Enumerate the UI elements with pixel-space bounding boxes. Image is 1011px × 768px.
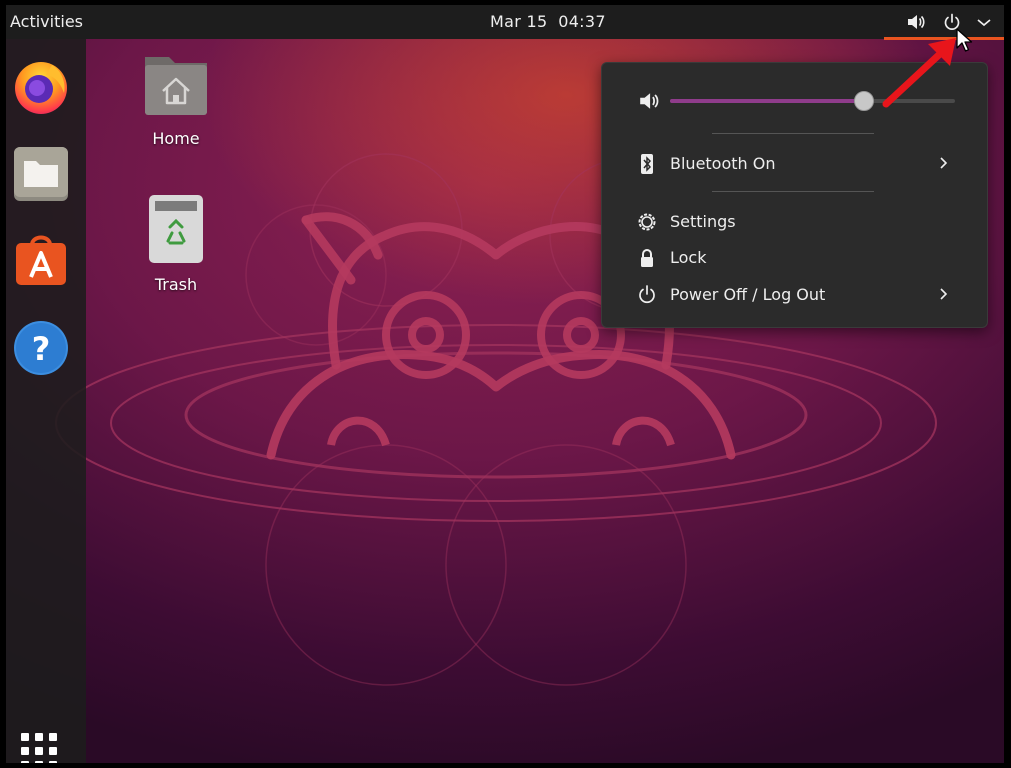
desktop-icon-trash[interactable]: Trash [126,193,226,294]
volume-slider-handle[interactable] [853,91,874,111]
menu-separator [712,133,874,134]
dock-item-firefox[interactable] [12,57,70,115]
chevron-right-icon [940,157,948,169]
top-bar: Activities Mar 15 04:37 [6,5,1004,39]
volume-slider-fill [670,99,864,103]
menu-item-label: Bluetooth On [670,154,776,173]
lock-icon [641,249,653,267]
mouse-cursor [956,28,973,52]
bluetooth-icon [641,154,653,174]
menu-separator [712,191,874,192]
settings-gear-icon [638,213,656,231]
menu-item-label: Settings [670,212,736,231]
dock: ? [6,39,86,763]
software-icon [16,235,66,285]
date-label: Mar 15 [490,12,548,31]
svg-text:?: ? [32,330,51,368]
dock-item-help[interactable]: ? [12,317,70,375]
date-time-button[interactable]: Mar 15 04:37 [490,12,606,31]
time-label: 04:37 [558,12,606,31]
volume-icon [908,15,925,29]
show-applications-button[interactable] [21,733,61,763]
files-icon [14,147,68,201]
home-folder-icon [145,57,207,115]
desktop-screen: Activities Mar 15 04:37 ? Home Trash Blu… [6,5,1004,763]
desktop-icon-label: Home [152,129,200,148]
system-menu: Bluetooth On Settings Lock Power Off / L… [601,62,988,328]
menu-item-power-off[interactable]: Power Off / Log Out [602,278,987,312]
chevron-down-icon [977,19,991,27]
dock-item-files[interactable] [12,143,70,201]
volume-icon [640,93,659,109]
desktop-icon-home[interactable]: Home [126,51,226,148]
power-icon [639,285,655,304]
firefox-icon [15,62,67,114]
dock-item-ubuntu-software[interactable] [12,231,70,289]
chevron-right-icon [940,288,948,300]
menu-item-lock[interactable]: Lock [602,241,987,275]
menu-item-label: Lock [670,248,707,267]
help-icon: ? [14,321,68,375]
system-tray-button[interactable] [884,5,1004,39]
volume-slider[interactable] [670,91,955,111]
menu-item-bluetooth[interactable]: Bluetooth On [602,147,987,181]
activities-button[interactable]: Activities [10,12,83,31]
tray-active-indicator [884,37,1004,40]
menu-item-settings[interactable]: Settings [602,205,987,239]
desktop-icon-label: Trash [154,275,198,294]
menu-item-label: Power Off / Log Out [670,285,826,304]
trash-icon [149,195,203,263]
